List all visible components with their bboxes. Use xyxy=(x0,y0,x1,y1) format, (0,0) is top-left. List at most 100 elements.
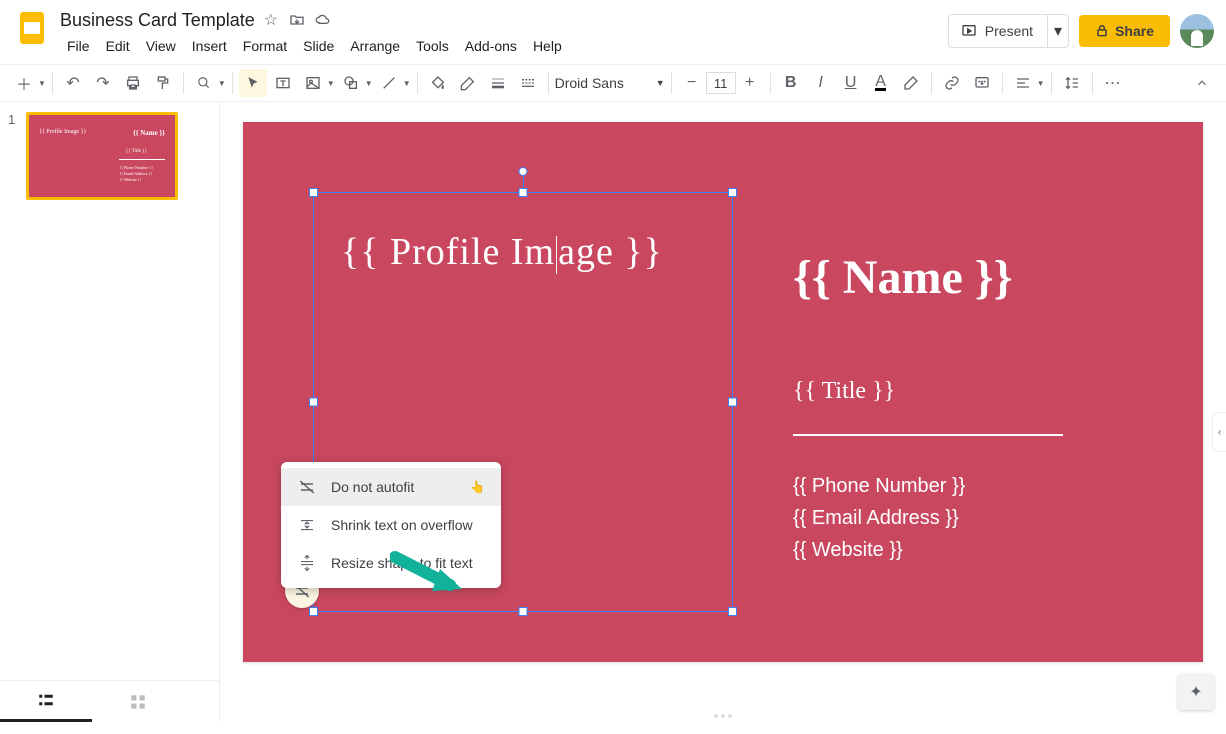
resize-handle-sw[interactable] xyxy=(309,607,318,616)
italic-button[interactable]: I xyxy=(807,69,835,97)
share-label: Share xyxy=(1115,23,1154,39)
thumb-profile-text: {{ Profile Image }} xyxy=(39,129,86,135)
resize-handle-ne[interactable] xyxy=(728,188,737,197)
autofit-option-label: Resize shape to fit text xyxy=(331,555,473,571)
image-button[interactable] xyxy=(299,69,327,97)
title-textbox[interactable]: {{ Title }} xyxy=(793,378,895,405)
line-button[interactable] xyxy=(375,69,403,97)
present-button[interactable]: Present xyxy=(948,14,1048,48)
font-size-increase[interactable]: + xyxy=(736,69,764,97)
border-dash-button[interactable] xyxy=(514,69,542,97)
more-button[interactable]: ⋯ xyxy=(1099,69,1127,97)
rotate-handle[interactable] xyxy=(519,167,528,176)
zoom-button[interactable] xyxy=(190,69,218,97)
resize-handle-w[interactable] xyxy=(309,398,318,407)
font-size-decrease[interactable]: − xyxy=(678,69,706,97)
slide-thumbnail[interactable]: {{ Profile Image }} {{ Name }} {{ Title … xyxy=(26,112,178,200)
font-size-input[interactable] xyxy=(706,72,736,94)
menu-help[interactable]: Help xyxy=(526,34,569,58)
border-color-button[interactable] xyxy=(454,69,482,97)
doc-title[interactable]: Business Card Template xyxy=(60,10,255,31)
menu-bar: File Edit View Insert Format Slide Arran… xyxy=(60,34,948,64)
align-dropdown[interactable]: ▼ xyxy=(1037,79,1045,88)
canvas-area[interactable]: {{ Profile Image }} {{ Name }} {{ Title … xyxy=(220,102,1226,722)
resize-shape-icon xyxy=(297,554,317,572)
autofit-option-shrink[interactable]: Shrink text on overflow xyxy=(281,506,501,544)
menu-format[interactable]: Format xyxy=(236,34,294,58)
print-button[interactable] xyxy=(119,69,147,97)
font-family-select[interactable]: Droid Sans▼ xyxy=(555,75,665,91)
filmstrip-view-button[interactable] xyxy=(0,682,92,722)
slide-panel: 1 {{ Profile Image }} {{ Name }} {{ Titl… xyxy=(0,102,220,722)
divider-line xyxy=(793,434,1063,436)
move-icon[interactable] xyxy=(287,10,307,30)
border-weight-button[interactable] xyxy=(484,69,512,97)
text-color-button[interactable]: A xyxy=(867,69,895,97)
menu-addons[interactable]: Add-ons xyxy=(458,34,524,58)
autofit-option-resize[interactable]: Resize shape to fit text xyxy=(281,544,501,582)
view-switcher xyxy=(0,680,219,722)
link-button[interactable] xyxy=(938,69,966,97)
comment-button[interactable] xyxy=(968,69,996,97)
star-icon[interactable]: ☆ xyxy=(261,10,281,30)
resize-handle-e[interactable] xyxy=(728,398,737,407)
redo-button[interactable]: ↷ xyxy=(89,69,117,97)
shrink-text-icon xyxy=(297,516,317,534)
resize-handle-nw[interactable] xyxy=(309,188,318,197)
phone-textbox[interactable]: {{ Phone Number }} xyxy=(793,470,965,502)
app-header: Business Card Template ☆ File Edit View … xyxy=(0,0,1226,65)
menu-edit[interactable]: Edit xyxy=(99,34,137,58)
select-tool[interactable] xyxy=(239,69,267,97)
speaker-notes-handle[interactable] xyxy=(714,714,732,718)
thumb-name-text: {{ Name }} xyxy=(133,129,165,137)
image-dropdown[interactable]: ▼ xyxy=(327,79,335,88)
autofit-menu: Do not autofit 👆 Shrink text on overflow… xyxy=(281,462,501,588)
name-textbox[interactable]: {{ Name }} xyxy=(793,250,1013,305)
zoom-dropdown[interactable]: ▼ xyxy=(218,79,226,88)
email-textbox[interactable]: {{ Email Address }} xyxy=(793,502,959,534)
account-avatar[interactable] xyxy=(1180,14,1214,48)
new-slide-button[interactable]: ＋ xyxy=(10,69,38,97)
toolbar: ＋ ▼ ↶ ↷ ▼ ▼ ▼ ▼ Droid Sans▼ − + B I U A … xyxy=(0,65,1226,102)
collapse-toolbar-button[interactable] xyxy=(1188,69,1216,97)
shape-button[interactable] xyxy=(337,69,365,97)
cursor-icon: 👆 xyxy=(470,480,485,494)
present-dropdown[interactable]: ▾ xyxy=(1048,14,1069,48)
menu-insert[interactable]: Insert xyxy=(185,34,234,58)
highlight-color-button[interactable] xyxy=(897,69,925,97)
line-spacing-button[interactable] xyxy=(1058,69,1086,97)
menu-view[interactable]: View xyxy=(139,34,183,58)
menu-arrange[interactable]: Arrange xyxy=(343,34,407,58)
underline-button[interactable]: U xyxy=(837,69,865,97)
resize-handle-se[interactable] xyxy=(728,607,737,616)
line-dropdown[interactable]: ▼ xyxy=(403,79,411,88)
do-not-autofit-icon xyxy=(297,478,317,496)
website-textbox[interactable]: {{ Website }} xyxy=(793,534,903,566)
resize-handle-n[interactable] xyxy=(519,188,528,197)
font-family-value: Droid Sans xyxy=(555,75,624,91)
new-slide-dropdown[interactable]: ▼ xyxy=(38,79,46,88)
side-panel-toggle[interactable]: ‹ xyxy=(1212,412,1226,452)
autofit-option-do-not[interactable]: Do not autofit 👆 xyxy=(281,468,501,506)
menu-file[interactable]: File xyxy=(60,34,97,58)
explore-button[interactable]: ✦ xyxy=(1178,674,1214,710)
autofit-option-label: Do not autofit xyxy=(331,479,414,495)
slides-logo[interactable] xyxy=(12,8,52,48)
cloud-status-icon[interactable] xyxy=(313,10,333,30)
slide-canvas[interactable]: {{ Profile Image }} {{ Name }} {{ Title … xyxy=(243,122,1203,662)
textbox-button[interactable] xyxy=(269,69,297,97)
grid-view-button[interactable] xyxy=(92,682,184,722)
thumb-title-text: {{ Title }} xyxy=(126,149,147,154)
align-button[interactable] xyxy=(1009,69,1037,97)
menu-slide[interactable]: Slide xyxy=(296,34,341,58)
thumb-number: 1 xyxy=(8,112,20,200)
shape-dropdown[interactable]: ▼ xyxy=(365,79,373,88)
resize-handle-s[interactable] xyxy=(519,607,528,616)
undo-button[interactable]: ↶ xyxy=(59,69,87,97)
paint-format-button[interactable] xyxy=(149,69,177,97)
fill-color-button[interactable] xyxy=(424,69,452,97)
menu-tools[interactable]: Tools xyxy=(409,34,456,58)
main-area: 1 {{ Profile Image }} {{ Name }} {{ Titl… xyxy=(0,102,1226,722)
share-button[interactable]: Share xyxy=(1079,15,1170,47)
bold-button[interactable]: B xyxy=(777,69,805,97)
